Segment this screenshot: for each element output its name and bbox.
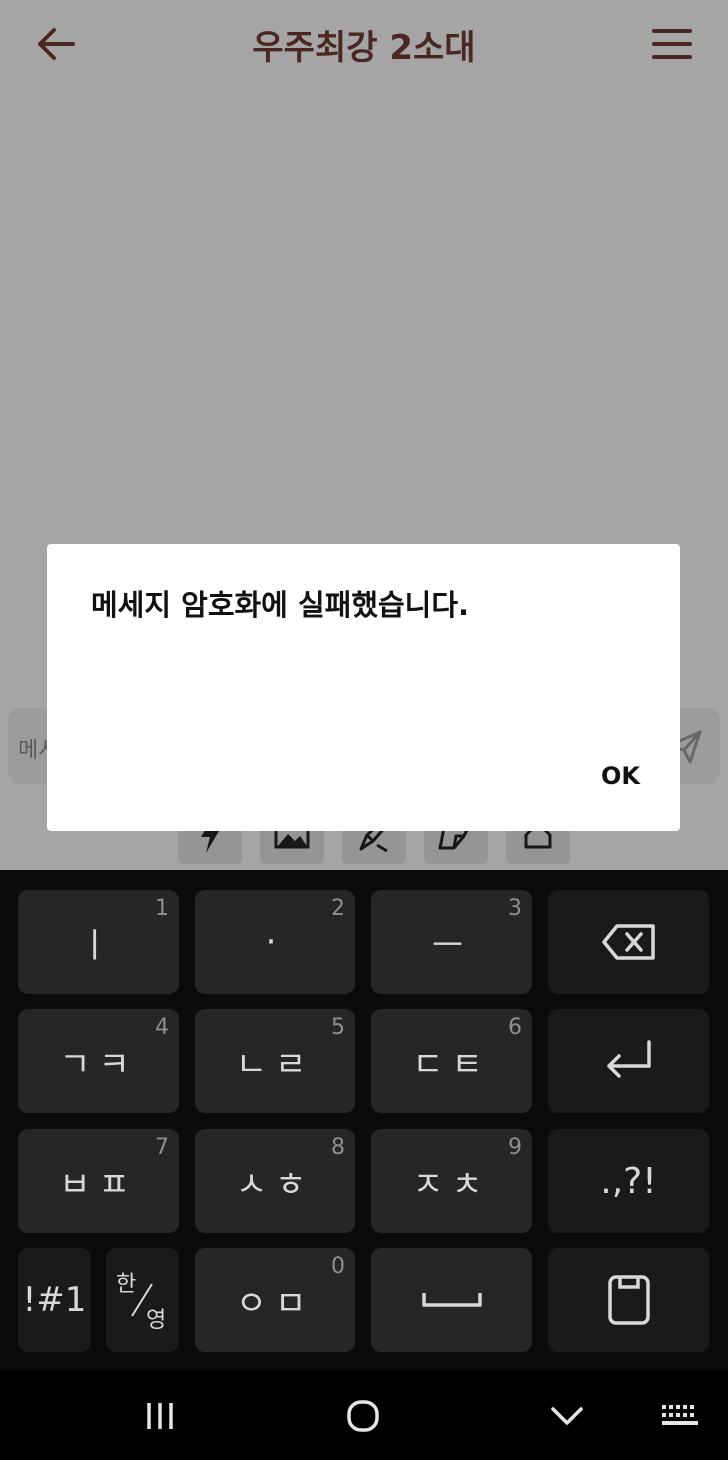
hide-keyboard-button[interactable] bbox=[537, 1390, 597, 1442]
punctuation-key[interactable]: .,?! bbox=[548, 1129, 709, 1233]
key-label: ㅡ bbox=[431, 925, 472, 966]
key-number: 2 bbox=[331, 896, 345, 921]
enter-key[interactable] bbox=[548, 1009, 709, 1113]
symbols-key[interactable]: !#1 bbox=[18, 1248, 91, 1352]
key-number: 1 bbox=[155, 896, 169, 921]
enter-icon bbox=[606, 1040, 651, 1078]
key-label: ㅅㅎ bbox=[235, 1164, 315, 1205]
chat-screen: 우주최강 2소대 메시 메세지 암호화에 실패했습니다. OK bbox=[0, 0, 728, 870]
space-key[interactable] bbox=[371, 1248, 532, 1352]
keyboard-icon bbox=[662, 1405, 698, 1425]
key-0[interactable]: ㅇㅁ 0 bbox=[195, 1248, 355, 1352]
space-icon bbox=[421, 1293, 482, 1307]
alert-dialog: 메세지 암호화에 실패했습니다. OK bbox=[47, 544, 680, 831]
key-7[interactable]: ㅂㅍ 7 bbox=[18, 1129, 179, 1233]
home-nav-button[interactable] bbox=[333, 1390, 393, 1442]
ok-button[interactable]: OK bbox=[601, 762, 640, 790]
key-number: 3 bbox=[508, 896, 522, 921]
key-label: ㅂㅍ bbox=[59, 1164, 138, 1205]
clipboard-icon bbox=[607, 1275, 650, 1325]
key-label: ㄷㅌ bbox=[412, 1044, 491, 1085]
key-label: ㅣ bbox=[78, 925, 119, 966]
key-label: !#1 bbox=[22, 1280, 87, 1320]
keyboard: ㅣ 1 · 2 ㅡ 3 ㄱㅋ 4 ㄴㄹ 5 ㄷㅌ 6 ㅂㅍ 7 ㅅㅎ 8 ㅈㅊ … bbox=[0, 870, 728, 1370]
key-9[interactable]: ㅈㅊ 9 bbox=[371, 1129, 532, 1233]
key-8[interactable]: ㅅㅎ 8 bbox=[195, 1129, 355, 1233]
dialog-message: 메세지 암호화에 실패했습니다. bbox=[91, 588, 470, 622]
key-5[interactable]: ㄴㄹ 5 bbox=[195, 1009, 355, 1113]
key-4[interactable]: ㄱㅋ 4 bbox=[18, 1009, 179, 1113]
key-number: 0 bbox=[331, 1254, 345, 1279]
key-6[interactable]: ㄷㅌ 6 bbox=[371, 1009, 532, 1113]
key-number: 8 bbox=[331, 1135, 345, 1160]
key-number: 4 bbox=[155, 1015, 169, 1040]
key-3[interactable]: ㅡ 3 bbox=[371, 890, 532, 994]
key-1[interactable]: ㅣ 1 bbox=[18, 890, 179, 994]
key-label: ㄴㄹ bbox=[235, 1044, 315, 1085]
backspace-key[interactable] bbox=[548, 890, 709, 994]
home-circle-icon bbox=[347, 1400, 379, 1432]
key-number: 6 bbox=[508, 1015, 522, 1040]
recent-apps-icon bbox=[147, 1403, 173, 1429]
key-number: 5 bbox=[331, 1015, 345, 1040]
key-2[interactable]: · 2 bbox=[195, 890, 355, 994]
key-label: · bbox=[265, 922, 285, 962]
key-number: 7 bbox=[155, 1135, 169, 1160]
system-nav-bar bbox=[0, 1370, 728, 1460]
clipboard-key[interactable] bbox=[548, 1248, 709, 1352]
language-toggle-key[interactable]: 한 영 bbox=[106, 1248, 179, 1352]
recent-apps-button[interactable] bbox=[130, 1390, 190, 1442]
key-label: .,?! bbox=[600, 1160, 657, 1202]
key-label: ㄱㅋ bbox=[59, 1044, 138, 1085]
key-label: ㅈㅊ bbox=[412, 1164, 491, 1205]
lang-english-label: 영 bbox=[146, 1308, 167, 1333]
key-label: ㅇㅁ bbox=[235, 1283, 315, 1324]
key-number: 9 bbox=[508, 1135, 522, 1160]
chevron-down-icon bbox=[551, 1407, 583, 1425]
keyboard-switch-button[interactable] bbox=[650, 1390, 710, 1442]
backspace-icon bbox=[601, 924, 655, 960]
